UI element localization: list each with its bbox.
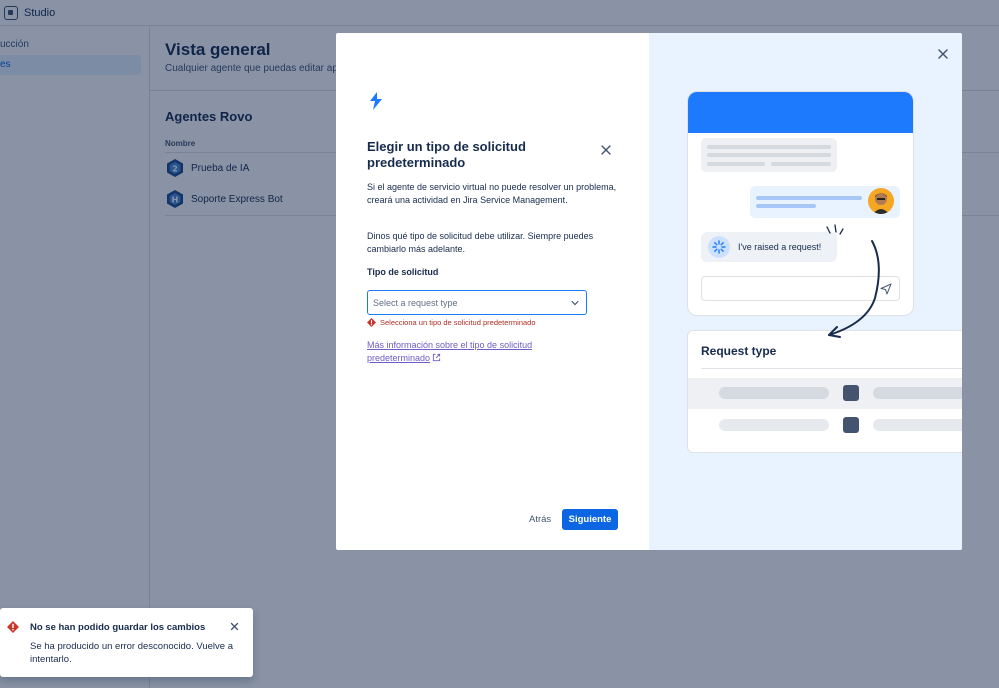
help-link[interactable]: Más información sobre el tipo de solicit… bbox=[367, 339, 567, 365]
request-type-select[interactable]: Select a request type bbox=[367, 290, 587, 315]
message-icon bbox=[843, 417, 859, 433]
sparkle-icon bbox=[708, 236, 730, 258]
close-icon[interactable] bbox=[599, 143, 613, 157]
error-toast: No se han podido guardar los cambios Se … bbox=[0, 608, 253, 677]
select-placeholder: Select a request type bbox=[373, 297, 458, 308]
request-type-modal: Elegir un tipo de solicitud predetermina… bbox=[336, 33, 962, 550]
avatar bbox=[868, 188, 894, 214]
validation-error: Selecciona un tipo de solicitud predeter… bbox=[367, 318, 536, 327]
error-icon bbox=[7, 621, 19, 633]
description-paragraph: Si el agente de servicio virtual no pued… bbox=[367, 182, 617, 205]
error-icon bbox=[367, 318, 376, 327]
message-icon bbox=[843, 385, 859, 401]
toast-title: No se han podido guardar los cambios bbox=[30, 622, 206, 633]
chat-header bbox=[688, 92, 913, 133]
curved-arrow-illustration bbox=[826, 224, 880, 338]
close-icon[interactable] bbox=[934, 45, 952, 63]
help-link-text[interactable]: Más información sobre el tipo de solicit… bbox=[367, 340, 532, 363]
chevron-down-icon bbox=[571, 300, 579, 306]
request-type-label: Tipo de solicitud bbox=[367, 267, 439, 277]
error-text: Selecciona un tipo de solicitud predeter… bbox=[380, 318, 536, 327]
next-button[interactable]: Siguiente bbox=[562, 509, 618, 530]
illustration-panel: I've raised a request! Request type bbox=[649, 33, 962, 550]
lightning-icon bbox=[370, 92, 382, 110]
toast-body: Se ha producido un error desconocido. Vu… bbox=[30, 641, 233, 665]
dialog-title: Elegir un tipo de solicitud predetermina… bbox=[367, 139, 526, 170]
back-button[interactable]: Atrás bbox=[525, 510, 555, 530]
instruction-paragraph: Dinos qué tipo de solicitud debe utiliza… bbox=[367, 231, 594, 254]
incoming-bubble bbox=[701, 138, 837, 172]
request-type-title: Request type bbox=[701, 344, 777, 358]
request-type-illustration: Request type bbox=[687, 330, 962, 453]
close-icon[interactable] bbox=[229, 621, 240, 632]
external-link-icon bbox=[432, 353, 441, 362]
